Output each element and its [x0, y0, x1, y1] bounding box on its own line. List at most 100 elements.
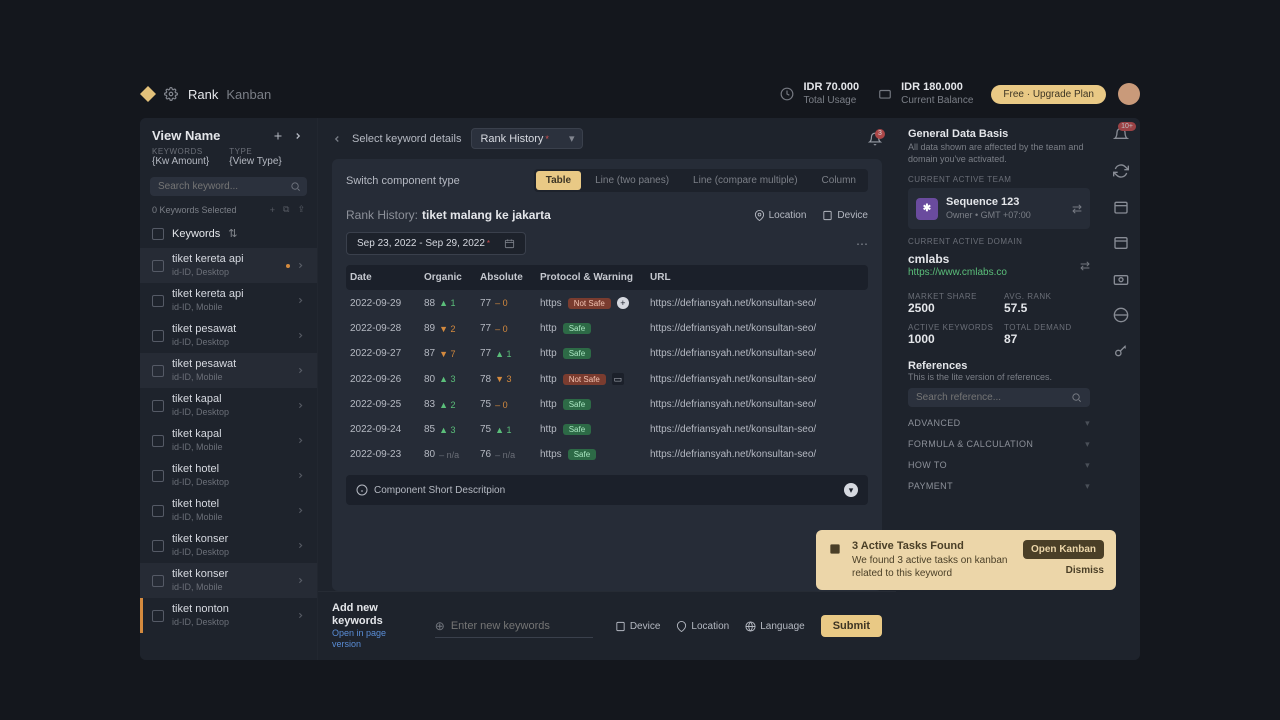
- upgrade-button[interactable]: Free · Upgrade Plan: [991, 85, 1106, 104]
- rail-calendar-icon[interactable]: [1112, 198, 1130, 216]
- keyword-checkbox[interactable]: [152, 470, 164, 482]
- view-chip[interactable]: Column: [812, 171, 866, 190]
- keyword-checkbox[interactable]: [152, 505, 164, 517]
- back-icon[interactable]: [332, 134, 342, 144]
- keyword-checkbox[interactable]: [152, 400, 164, 412]
- view-chip[interactable]: Table: [536, 171, 581, 190]
- device-option[interactable]: Device: [615, 621, 661, 632]
- keyword-search-input[interactable]: [158, 181, 290, 192]
- table-header: Date Organic Absolute Protocol & Warning…: [346, 265, 868, 290]
- view-chip[interactable]: Line (two panes): [585, 171, 679, 190]
- language-option[interactable]: Language: [745, 621, 805, 632]
- open-kanban-button[interactable]: Open Kanban: [1023, 540, 1104, 559]
- avatar[interactable]: [1118, 83, 1140, 105]
- keyword-checkbox[interactable]: [152, 435, 164, 447]
- chevron-right-icon: [296, 611, 305, 620]
- chevron-right-icon: [296, 331, 305, 340]
- export-icon[interactable]: ⇪: [297, 204, 305, 215]
- keyword-checkbox[interactable]: [152, 295, 164, 307]
- reference-item[interactable]: FORMULA & CALCULATION▾: [908, 434, 1090, 455]
- chevron-right-icon: [296, 296, 305, 305]
- gear-icon[interactable]: [164, 87, 178, 101]
- reference-item[interactable]: ADVANCED▾: [908, 413, 1090, 434]
- keyword-checkbox[interactable]: [152, 365, 164, 377]
- view-chip[interactable]: Line (compare multiple): [683, 171, 808, 190]
- keyword-item[interactable]: tiket konserid-ID, Mobile: [140, 563, 317, 598]
- reference-item[interactable]: HOW TO▾: [908, 455, 1090, 476]
- table-row: 2022-09-24 85▲ 3 75▲ 1 httpSafe https://…: [346, 417, 868, 442]
- next-view-icon[interactable]: [291, 129, 305, 143]
- chevron-right-icon: [296, 436, 305, 445]
- more-icon[interactable]: ⋯: [856, 237, 868, 251]
- chevron-down-icon: ▾: [569, 132, 575, 145]
- keyword-item[interactable]: tiket kapalid-ID, Desktop: [140, 388, 317, 423]
- view-type-value: {View Type}: [229, 156, 281, 167]
- tasks-icon: [828, 542, 842, 556]
- add-warning-icon[interactable]: +: [617, 297, 629, 309]
- expand-icon[interactable]: ▾: [844, 483, 858, 497]
- add-view-icon[interactable]: [271, 129, 285, 143]
- keyword-item[interactable]: tiket hotelid-ID, Desktop: [140, 458, 317, 493]
- location-button[interactable]: Location: [754, 210, 807, 221]
- add-keywords-link[interactable]: Open in page version: [332, 628, 415, 650]
- select-all-checkbox[interactable]: [152, 228, 164, 240]
- reference-item[interactable]: PAYMENT▾: [908, 476, 1090, 497]
- view-type-label: TYPE: [229, 147, 281, 156]
- keyword-item[interactable]: tiket konserid-ID, Desktop: [140, 528, 317, 563]
- copy-icon[interactable]: ⧉: [283, 204, 289, 215]
- keyword-item[interactable]: tiket pesawatid-ID, Desktop: [140, 318, 317, 353]
- sort-icon[interactable]: ⇅: [228, 227, 237, 240]
- keyword-checkbox[interactable]: [152, 610, 164, 622]
- chevron-down-icon: ▾: [1085, 439, 1090, 450]
- chevron-right-icon: [296, 366, 305, 375]
- swap-domain-icon[interactable]: ⇄: [1080, 259, 1090, 273]
- keyword-item[interactable]: tiket kereta apiid-ID, Mobile: [140, 283, 317, 318]
- kw-amount-label: KEYWORDS: [152, 147, 209, 156]
- logo-icon: [140, 86, 156, 102]
- device-button[interactable]: Device: [822, 210, 868, 221]
- keyword-item[interactable]: tiket pesawatid-ID, Mobile: [140, 353, 317, 388]
- location-option[interactable]: Location: [676, 621, 729, 632]
- dismiss-button[interactable]: Dismiss: [1066, 565, 1104, 576]
- rail-window-icon[interactable]: [1112, 234, 1130, 252]
- domain-name: cmlabs: [908, 252, 1007, 267]
- view-name-title: View Name: [152, 128, 265, 143]
- table-row: 2022-09-23 80– n/a 76– n/a httpsSafe htt…: [346, 442, 868, 467]
- reference-search[interactable]: [908, 388, 1090, 407]
- rank-history-dropdown[interactable]: Rank History* ▾: [471, 128, 583, 149]
- swap-icon[interactable]: ⇄: [1072, 202, 1082, 216]
- keyword-item[interactable]: tiket hotelid-ID, Mobile: [140, 493, 317, 528]
- usage-value: IDR 70.000: [803, 81, 859, 94]
- stat-item: TOTAL DEMAND87: [1004, 323, 1090, 346]
- keyword-checkbox[interactable]: [152, 540, 164, 552]
- search-icon: [1071, 392, 1082, 403]
- rail-bell-icon[interactable]: 10+: [1112, 126, 1130, 144]
- rail-refresh-icon[interactable]: [1112, 162, 1130, 180]
- component-description[interactable]: Component Short Descritpion ▾: [346, 475, 868, 505]
- clipboard-icon[interactable]: ▭: [612, 373, 624, 385]
- keyword-checkbox[interactable]: [152, 260, 164, 272]
- add-icon[interactable]: +: [270, 205, 275, 215]
- rail-camera-icon[interactable]: [1112, 270, 1130, 288]
- new-keyword-input[interactable]: [451, 620, 593, 632]
- table-row: 2022-09-26 80▲ 3 78▼ 3 httpNot Safe▭ htt…: [346, 366, 868, 392]
- team-card[interactable]: ✱ Sequence 123 Owner • GMT +07:00 ⇄: [908, 188, 1090, 229]
- keyword-search[interactable]: [150, 177, 307, 196]
- date-range-picker[interactable]: Sep 23, 2022 - Sep 29, 2022*: [346, 232, 526, 255]
- nav-rank[interactable]: Rank: [188, 87, 218, 102]
- wallet-icon: [877, 86, 893, 102]
- rail-key-icon[interactable]: [1112, 342, 1130, 360]
- keyword-checkbox[interactable]: [152, 330, 164, 342]
- keyword-checkbox[interactable]: [152, 575, 164, 587]
- nav-kanban[interactable]: Kanban: [226, 87, 271, 102]
- keyword-item[interactable]: tiket kapalid-ID, Mobile: [140, 423, 317, 458]
- chevron-down-icon: ▾: [1085, 481, 1090, 492]
- submit-button[interactable]: Submit: [821, 615, 882, 637]
- keyword-item[interactable]: tiket kereta apiid-ID, Desktop: [140, 248, 317, 283]
- notification-bell-icon[interactable]: 3: [868, 132, 882, 146]
- rail-globe-icon[interactable]: [1112, 306, 1130, 324]
- keywords-selected: 0 Keywords Selected: [152, 205, 237, 215]
- domain-card[interactable]: cmlabs https://www.cmlabs.co ⇄: [908, 250, 1090, 282]
- reference-search-input[interactable]: [916, 392, 1071, 403]
- keyword-item[interactable]: tiket nontonid-ID, Desktop: [140, 598, 317, 633]
